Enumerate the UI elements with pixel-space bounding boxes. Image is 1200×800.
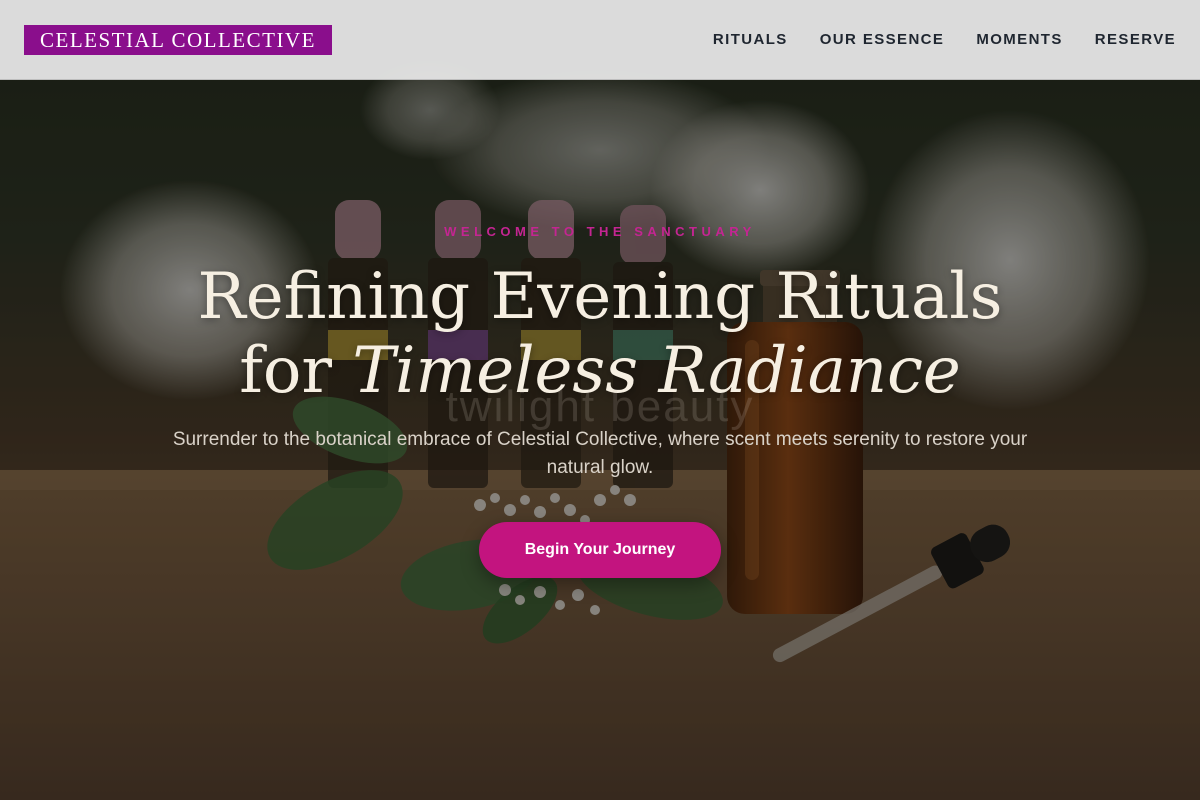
nav-link-rituals[interactable]: RITUALS <box>713 31 788 48</box>
brand-logo[interactable]: CELESTIAL COLLECTIVE <box>24 24 332 55</box>
hero-ghost-text: twilight beauty <box>445 382 755 431</box>
nav-link-moments[interactable]: MOMENTS <box>976 31 1062 48</box>
nav-link-our-essence[interactable]: OUR ESSENCE <box>820 31 945 48</box>
hero-subtext: Surrender to the botanical embrace of Ce… <box>172 429 1028 478</box>
hero-eyebrow: WELCOME TO THE SANCTUARY <box>444 224 756 239</box>
nav-link-reserve[interactable]: RESERVE <box>1095 31 1176 48</box>
site-header: CELESTIAL COLLECTIVE RITUALS OUR ESSENCE… <box>0 0 1200 80</box>
page: CELESTIAL COLLECTIVE RITUALS OUR ESSENCE… <box>0 0 1200 800</box>
hero-content: WELCOME TO THE SANCTUARY Refining Evenin… <box>0 80 1200 800</box>
headline-line-1: Refining Evening Rituals <box>197 260 1003 334</box>
main-nav: RITUALS OUR ESSENCE MOMENTS RESERVE <box>713 31 1176 48</box>
begin-journey-button[interactable]: Begin Your Journey <box>479 522 721 578</box>
